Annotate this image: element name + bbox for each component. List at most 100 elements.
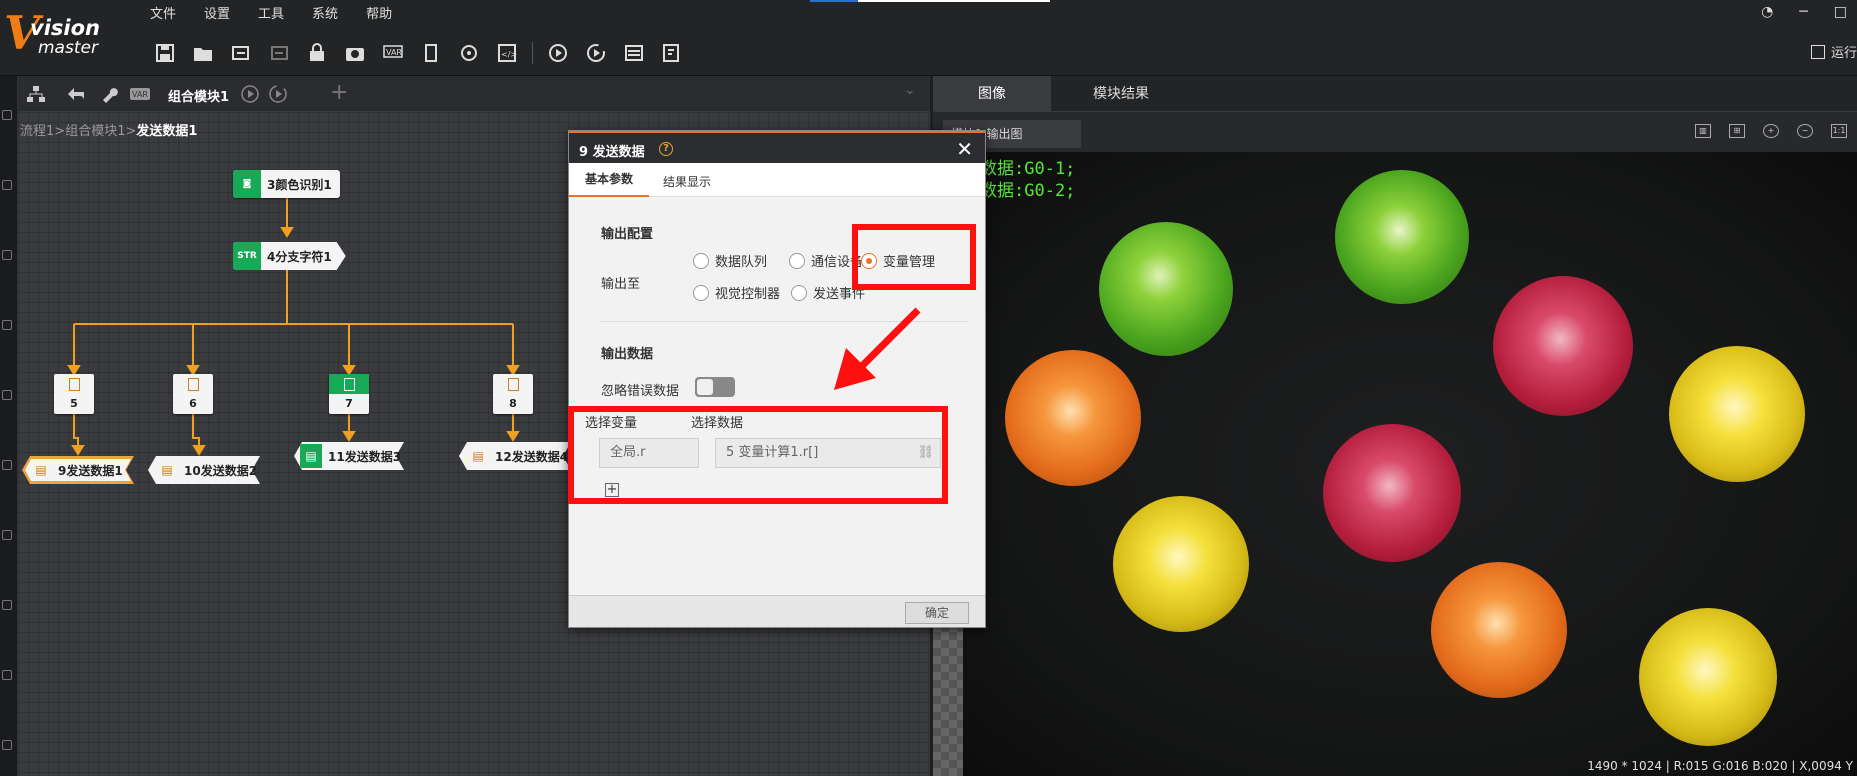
script-button[interactable]: </> (494, 40, 520, 66)
branch-icon: STR (233, 242, 261, 270)
tool-strip-icon[interactable] (2, 390, 12, 400)
node-branch-char[interactable]: STR 4分支字符1 (233, 242, 346, 270)
hierarchy-icon[interactable] (26, 85, 46, 103)
device-button[interactable] (418, 40, 444, 66)
tool-strip-icon[interactable] (2, 670, 12, 680)
title-accent (810, 0, 858, 2)
save-icon (156, 44, 174, 62)
image-tools: ▥ ⊞ + − 1:1 (1695, 124, 1847, 138)
redo-icon (271, 46, 288, 60)
minimize-icon[interactable]: ─ (1799, 4, 1807, 20)
chevron-down-icon[interactable]: ⌄ (904, 82, 916, 98)
tool-strip-icon[interactable] (2, 740, 12, 750)
top-bar: V vision master 文件 设置 工具 系统 帮助 VAR </> ◔… (0, 0, 1857, 76)
tool-strip-icon[interactable] (2, 530, 12, 540)
tool-strip-icon[interactable] (2, 320, 12, 330)
title-accent-light (858, 0, 1050, 2)
run-loop-button[interactable] (583, 40, 609, 66)
lock-button[interactable] (304, 40, 330, 66)
output-to-label: 输出至 (601, 277, 641, 292)
image-status-bar: 1490 * 1024 | R:015 G:016 B:020 | X,0094… (1587, 759, 1853, 773)
node-label: 3颜色识别1 (267, 177, 332, 192)
zoom-in-icon[interactable]: + (1763, 124, 1779, 138)
undo-button[interactable] (228, 40, 254, 66)
dialog-tabs: 基本参数 结果显示 (569, 163, 985, 197)
candy-green (1335, 170, 1469, 304)
node-calc-8[interactable]: 8 (493, 374, 533, 414)
camera-button[interactable] (342, 40, 368, 66)
report-button[interactable] (659, 40, 685, 66)
tool-strip-icon[interactable] (2, 180, 12, 190)
layout-single-icon[interactable]: ▥ (1695, 124, 1711, 138)
dialog-title: 9 发送数据 (579, 145, 645, 160)
var-icon[interactable]: VAR (130, 85, 150, 103)
flow-header: VAR 组合模块1 + ⌄ (18, 76, 930, 112)
zoom-fit-icon[interactable]: 1:1 (1831, 124, 1847, 138)
menu-settings[interactable]: 设置 (204, 3, 230, 23)
calculator-icon (173, 374, 213, 394)
tab-result-display[interactable]: 结果显示 (663, 173, 711, 190)
tab-basic-params[interactable]: 基本参数 (569, 163, 649, 197)
send-data-icon: ▤ (472, 449, 484, 463)
run-loop-icon[interactable] (268, 85, 288, 103)
back-icon[interactable] (66, 85, 86, 103)
cycle-button[interactable] (456, 40, 482, 66)
save-button[interactable] (152, 40, 178, 66)
run-interface-button[interactable]: 运行 (1810, 42, 1857, 61)
radio-data-queue[interactable]: 数据队列 (693, 251, 767, 270)
node-send-data-4[interactable]: ▤ 12发送数据4 (459, 442, 571, 470)
section-output-data: 输出数据 (601, 347, 654, 362)
node-color-identify[interactable]: ◙ 3颜色识别1 (233, 170, 340, 198)
calculator-icon (54, 374, 94, 394)
tool-strip-icon[interactable] (2, 250, 12, 260)
image-view[interactable]: 送数据:G0-1; 送数据:G0-2; 1490 * 1024 | R:015 … (963, 152, 1857, 776)
ignore-error-toggle[interactable] (695, 377, 735, 397)
radio-circle (693, 284, 709, 301)
variable-button[interactable]: VAR (380, 40, 406, 66)
open-button[interactable] (190, 40, 216, 66)
run-once-button[interactable] (545, 40, 571, 66)
tool-strip-icon[interactable] (2, 460, 12, 470)
node-label: 8 (509, 397, 517, 410)
candy-orange (1005, 350, 1141, 486)
node-calc-6[interactable]: 6 (173, 374, 213, 414)
menu-tools[interactable]: 工具 (258, 3, 284, 23)
tool-strip-icon[interactable] (2, 600, 12, 610)
node-label: 6 (189, 397, 197, 410)
flow-title: 组合模块1 (168, 90, 230, 105)
tab-module-result[interactable]: 模块结果 (1051, 76, 1191, 112)
candy-red (1493, 276, 1633, 416)
zoom-out-icon[interactable]: − (1797, 124, 1813, 138)
menu-file[interactable]: 文件 (150, 3, 176, 23)
maximize-icon[interactable]: □ (1834, 4, 1847, 20)
close-icon[interactable]: ✕ (956, 137, 973, 161)
redo-button[interactable] (266, 40, 292, 66)
candy-yellow (1639, 608, 1777, 746)
wrench-icon[interactable] (100, 85, 120, 103)
run-once-icon[interactable] (240, 85, 260, 103)
add-flow-icon[interactable]: + (330, 80, 348, 105)
help-icon[interactable]: ? (659, 142, 673, 156)
node-calc-5[interactable]: 5 (54, 374, 94, 414)
color-identify-icon: ◙ (233, 170, 261, 198)
radio-circle (789, 252, 805, 269)
candy-green (1099, 222, 1233, 356)
confirm-button[interactable]: 确定 (905, 602, 969, 624)
menu-system[interactable]: 系统 (312, 3, 338, 23)
panel-button[interactable] (621, 40, 647, 66)
tool-strip-icon[interactable] (2, 110, 12, 120)
node-label: 7 (345, 397, 353, 410)
node-send-data-2[interactable]: ▤ 10发送数据2 (148, 456, 260, 484)
tab-image[interactable]: 图像 (933, 76, 1051, 112)
radio-circle (791, 284, 807, 301)
candy-orange (1431, 562, 1567, 698)
radio-vision-controller[interactable]: 视觉控制器 (693, 283, 780, 302)
node-calc-7[interactable]: 7 (329, 374, 369, 414)
send-data-icon: ▤ (161, 463, 173, 477)
highlight-box-variable (852, 224, 976, 290)
layout-grid-icon[interactable]: ⊞ (1729, 124, 1745, 138)
node-send-data-1[interactable]: ▤ 9发送数据1 (22, 456, 134, 484)
node-send-data-3[interactable]: ▤ 11发送数据3 (294, 442, 404, 470)
menu-help[interactable]: 帮助 (366, 3, 392, 23)
speed-icon[interactable]: ◔ (1761, 4, 1773, 20)
